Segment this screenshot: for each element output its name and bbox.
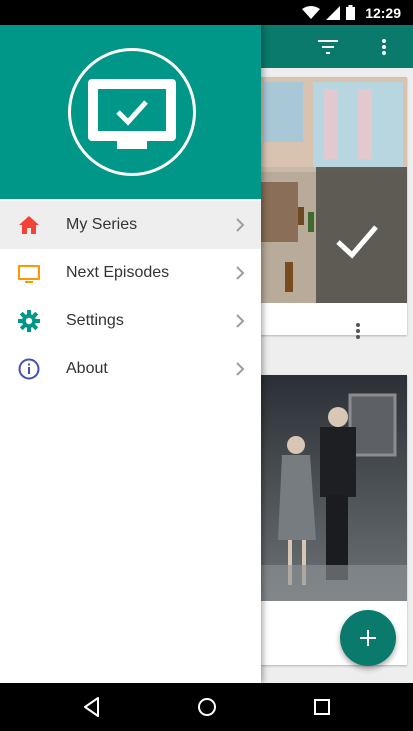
recents-icon[interactable]: [310, 695, 334, 719]
series-card[interactable]: [258, 77, 407, 339]
overflow-menu-icon[interactable]: [372, 35, 396, 59]
status-icons: 12:29: [302, 0, 401, 25]
drawer-item-about[interactable]: About: [0, 345, 261, 393]
add-series-button[interactable]: [340, 610, 396, 666]
chevron-right-icon: [236, 266, 245, 280]
chevron-right-icon: [236, 362, 245, 376]
info-icon: [18, 358, 40, 380]
navigation-drawer: My Series Next Episodes Settings About: [0, 25, 261, 683]
system-nav-bar: [0, 683, 413, 731]
drawer-item-label: Settings: [66, 312, 124, 329]
battery-icon: [346, 5, 356, 20]
card-overflow-icon[interactable]: [356, 323, 360, 344]
series-poster: [258, 77, 407, 303]
signal-icon: [326, 5, 341, 20]
app-logo: [68, 48, 196, 176]
plus-icon: [360, 630, 376, 646]
status-bar: 12:29: [0, 0, 413, 25]
back-icon[interactable]: [80, 695, 104, 719]
filter-icon[interactable]: [316, 35, 340, 59]
tv-check-icon: [88, 79, 176, 149]
wifi-icon: [302, 5, 321, 19]
chevron-right-icon: [236, 218, 245, 232]
home-icon: [19, 216, 39, 234]
gear-icon: [18, 310, 40, 332]
drawer-header: [0, 25, 261, 199]
drawer-item-label: My Series: [66, 216, 138, 233]
series-poster: [258, 375, 407, 601]
drawer-item-label: Next Episodes: [66, 264, 170, 281]
status-time: 12:29: [365, 4, 401, 21]
home-button-icon[interactable]: [195, 695, 219, 719]
tv-icon: [18, 265, 40, 283]
drawer-item-my-series[interactable]: My Series: [0, 201, 261, 249]
drawer-item-label: About: [66, 360, 108, 377]
drawer-item-next-episodes[interactable]: Next Episodes: [0, 249, 261, 297]
drawer-item-settings[interactable]: Settings: [0, 297, 261, 345]
chevron-right-icon: [236, 314, 245, 328]
drawer-menu: My Series Next Episodes Settings About: [0, 201, 261, 393]
